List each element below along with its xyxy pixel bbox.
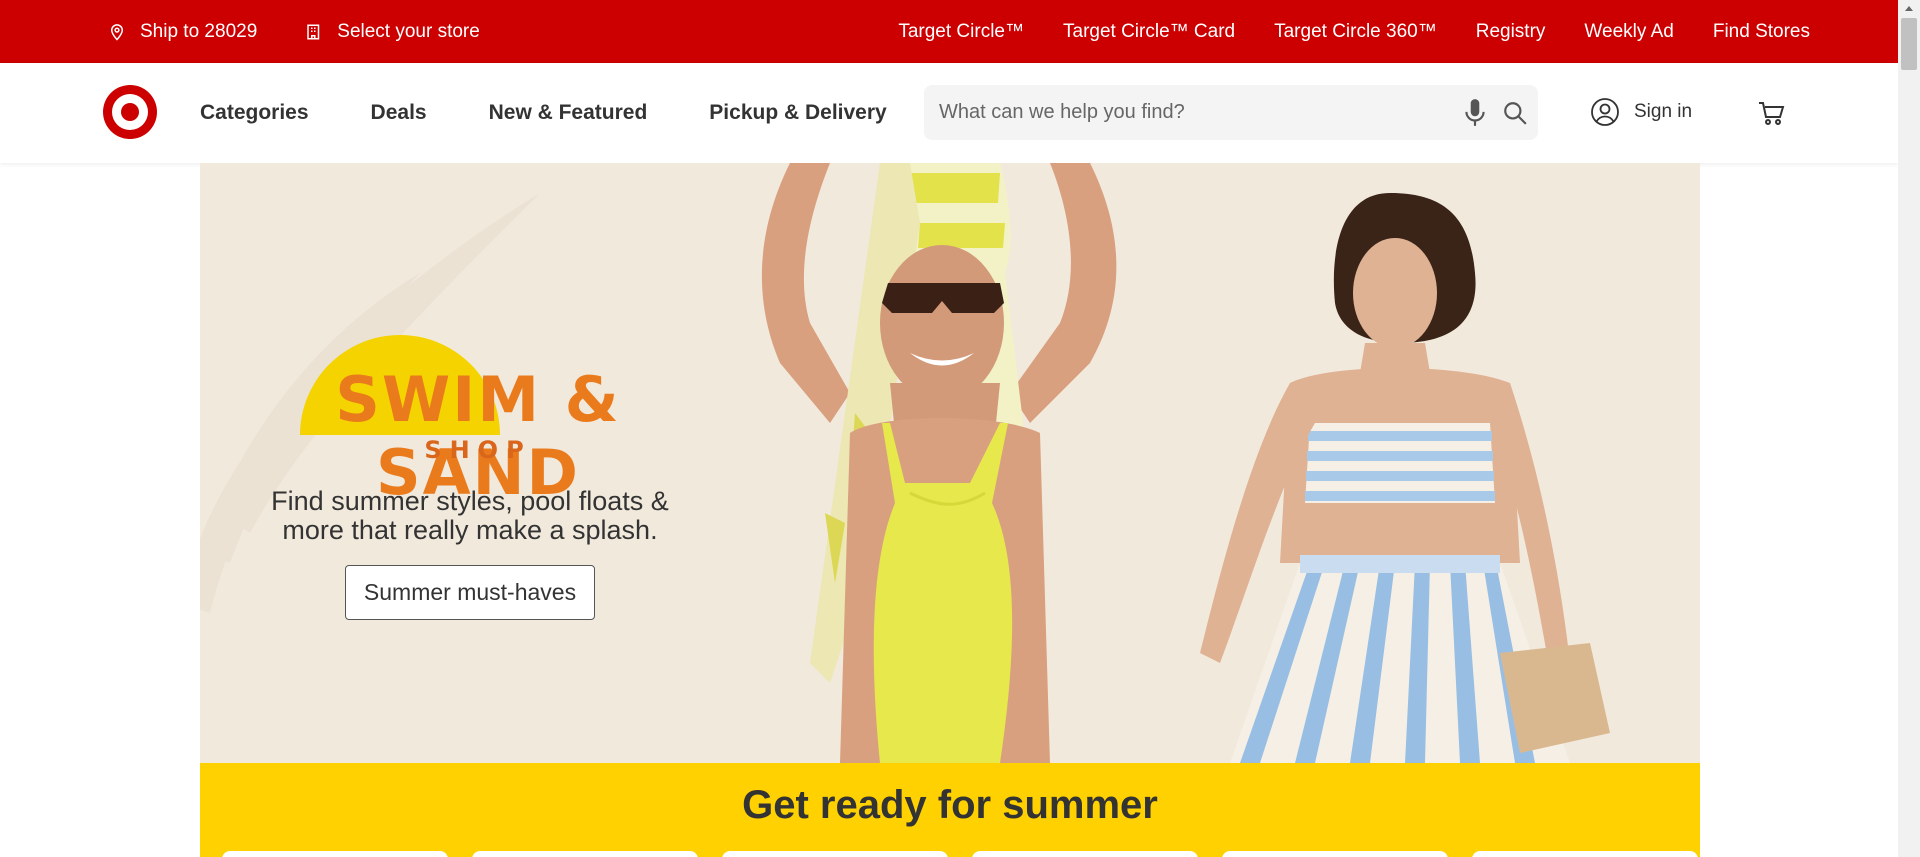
utility-links: Target Circle™ Target Circle™ Card Targe… [898,0,1810,63]
summer-section: Get ready for summer [200,763,1700,857]
target-circle-card-link[interactable]: Target Circle™ Card [1063,21,1235,43]
location-pin-icon [110,23,124,41]
scroll-up-arrow-icon[interactable] [1898,0,1920,17]
nav-pickup-delivery[interactable]: Pickup & Delivery [709,101,886,125]
main-nav: Categories Deals New & Featured Pickup &… [200,63,887,163]
page: Ship to 28029 Select your store Target C… [0,0,1920,857]
summer-section-title: Get ready for summer [742,783,1158,827]
sign-in-button[interactable]: Sign in [1590,97,1692,127]
utility-bar: Ship to 28029 Select your store Target C… [0,0,1898,63]
target-circle-360-link[interactable]: Target Circle 360™ [1274,21,1437,43]
store-icon [307,24,320,39]
registry-link[interactable]: Registry [1476,21,1546,43]
ship-to-label: Ship to 28029 [140,20,258,42]
summer-card[interactable] [472,851,698,857]
scrollbar-thumb[interactable] [1901,18,1917,70]
vertical-scrollbar[interactable] [1898,0,1920,857]
user-circle-icon [1591,98,1619,126]
main-header: Categories Deals New & Featured Pickup &… [0,63,1898,163]
cart-icon[interactable] [1757,99,1785,127]
hero-subtitle: Find summer styles, pool floats & more t… [271,486,669,545]
utility-left: Ship to 28029 Select your store [108,0,480,63]
summer-card[interactable] [972,851,1198,857]
find-stores-link[interactable]: Find Stores [1713,21,1810,43]
search-icon[interactable] [1502,100,1528,126]
hero-banner[interactable]: SWIM & SAND SHOP Find summer styles, poo… [200,163,1700,763]
search-input[interactable] [939,85,1449,140]
hero-model-striped-set-image [1200,193,1610,763]
target-circle-link[interactable]: Target Circle™ [898,21,1024,43]
summer-card[interactable] [1472,851,1698,857]
summer-card[interactable] [1222,851,1448,857]
nav-categories[interactable]: Categories [200,101,309,125]
select-store-label: Select your store [337,20,480,42]
weekly-ad-link[interactable]: Weekly Ad [1584,21,1673,43]
summer-must-haves-button[interactable]: Summer must-haves [345,565,595,620]
nav-deals[interactable]: Deals [371,101,427,125]
nav-new-featured[interactable]: New & Featured [489,101,648,125]
summer-card[interactable] [222,851,448,857]
ship-to-button[interactable]: Ship to 28029 [108,21,257,43]
search-box [924,85,1538,140]
summer-card[interactable] [722,851,948,857]
hero-model-swimsuit-image [761,163,1117,763]
select-store-button[interactable]: Select your store [305,21,480,43]
microphone-icon[interactable] [1462,98,1488,128]
sign-in-label: Sign in [1634,101,1693,122]
target-logo[interactable] [103,85,157,139]
summer-category-cards [222,851,1698,857]
